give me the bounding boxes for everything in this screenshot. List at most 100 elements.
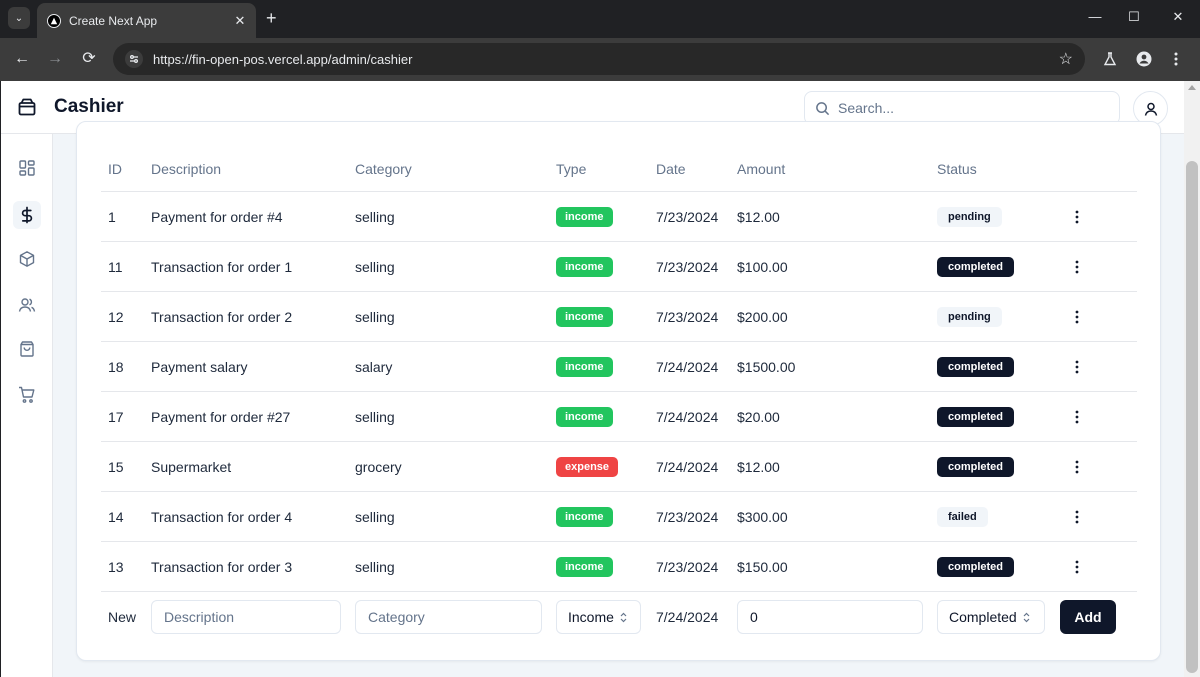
shopping-bag-icon <box>20 341 34 357</box>
type-badge: income <box>556 306 613 327</box>
row-amount: $20.00 <box>737 408 780 425</box>
table-row: 14 Transaction for order 4 selling income 7/… <box>101 492 1137 542</box>
new-transaction-row: New Income 7/24/2024 <box>101 592 1137 642</box>
row-date: 7/23/2024 <box>656 208 719 225</box>
row-description: Transaction for order 4 <box>151 508 293 525</box>
new-status-value: Completed <box>949 609 1017 625</box>
chevron-up-down-icon <box>1022 612 1031 623</box>
sidebar-item-orders[interactable] <box>13 335 41 363</box>
row-amount: $1500.00 <box>737 358 796 375</box>
address-bar[interactable]: https://fin-open-pos.vercel.app/admin/ca… <box>113 43 1085 75</box>
reload-icon[interactable]: ⟳ <box>79 49 99 69</box>
table-row: 12 Transaction for order 2 selling income 7/… <box>101 292 1137 342</box>
row-actions-menu-icon[interactable] <box>1069 409 1085 425</box>
row-actions-menu-icon[interactable] <box>1069 209 1085 225</box>
row-category: selling <box>355 208 395 225</box>
row-id: 1 <box>108 208 116 225</box>
row-description: Payment salary <box>151 358 248 375</box>
new-category-input[interactable] <box>355 600 542 634</box>
close-tab-icon[interactable]: ✕ <box>232 13 248 29</box>
row-id: 12 <box>108 308 124 325</box>
header-status: Status <box>937 160 977 177</box>
row-actions-menu-icon[interactable] <box>1069 459 1085 475</box>
scroll-up-arrow-icon[interactable] <box>1188 85 1196 90</box>
row-description: Transaction for order 3 <box>151 558 293 575</box>
row-amount: $200.00 <box>737 308 788 325</box>
bookmark-star-icon[interactable]: ☆ <box>1059 49 1073 69</box>
row-description: Payment for order #4 <box>151 208 283 225</box>
row-id: 14 <box>108 508 124 525</box>
type-badge: expense <box>556 456 619 477</box>
row-date: 7/23/2024 <box>656 508 719 525</box>
browser-menu-icon[interactable] <box>1166 49 1186 69</box>
new-description-input[interactable] <box>151 600 341 634</box>
status-badge: completed <box>937 456 1015 477</box>
page-scrollbar[interactable] <box>1184 81 1200 677</box>
row-actions-menu-icon[interactable] <box>1069 259 1085 275</box>
table-header-row: ID Description Category Type Date Amount… <box>101 146 1137 192</box>
row-id: 17 <box>108 408 124 425</box>
sidebar-item-products[interactable] <box>13 245 41 273</box>
sidebar-item-customers[interactable] <box>13 291 41 319</box>
new-type-select[interactable]: Income <box>556 600 641 634</box>
type-badge: income <box>556 506 613 527</box>
table-row: 1 Payment for order #4 selling income 7/23/2… <box>101 192 1137 242</box>
status-badge: pending <box>937 306 1002 327</box>
row-date: 7/23/2024 <box>656 558 719 575</box>
browser-tab[interactable]: Create Next App ✕ <box>37 3 256 38</box>
row-category: selling <box>355 408 395 425</box>
sidebar <box>1 134 53 677</box>
page-title: Cashier <box>54 96 124 117</box>
labs-flask-icon[interactable] <box>1100 49 1120 69</box>
new-tab-button[interactable]: + <box>266 9 277 27</box>
transactions-table: ID Description Category Type Date Amount… <box>101 146 1137 642</box>
scroll-thumb[interactable] <box>1186 161 1198 673</box>
users-icon <box>18 298 36 312</box>
url-text: https://fin-open-pos.vercel.app/admin/ca… <box>153 51 413 67</box>
table-row: 15 Supermarket grocery expense 7/24/2024 $12.… <box>101 442 1137 492</box>
row-id: 15 <box>108 458 124 475</box>
chevron-down-icon: ⌄ <box>14 12 24 24</box>
new-status-select[interactable]: Completed <box>937 600 1045 634</box>
forward-icon[interactable]: → <box>45 49 65 69</box>
add-transaction-button[interactable]: Add <box>1060 600 1116 634</box>
row-description: Transaction for order 1 <box>151 258 293 275</box>
new-amount-input[interactable] <box>737 600 923 634</box>
status-badge: completed <box>937 356 1015 377</box>
header-date: Date <box>656 160 686 177</box>
search-input[interactable] <box>838 100 1109 116</box>
search-box[interactable] <box>804 91 1120 125</box>
minimize-icon[interactable]: — <box>1085 9 1105 24</box>
site-info-icon[interactable] <box>125 50 143 68</box>
sidebar-item-pos[interactable] <box>13 381 41 409</box>
table-row: 17 Payment for order #27 selling income 7/24… <box>101 392 1137 442</box>
transactions-card: ID Description Category Type Date Amount… <box>76 121 1161 661</box>
row-description: Transaction for order 2 <box>151 308 293 325</box>
browser-toolbar: ← → ⟳ https://fin-open-pos.vercel.app/ad… <box>0 38 1200 81</box>
row-actions-menu-icon[interactable] <box>1069 359 1085 375</box>
user-icon <box>1144 102 1157 116</box>
profile-icon[interactable] <box>1134 49 1154 69</box>
row-amount: $150.00 <box>737 558 788 575</box>
row-actions-menu-icon[interactable] <box>1069 559 1085 575</box>
type-badge: income <box>556 556 613 577</box>
page-viewport: Cashier ID Des <box>1 81 1184 677</box>
search-icon <box>816 101 830 115</box>
tab-list-button[interactable]: ⌄ <box>8 7 30 29</box>
row-category: selling <box>355 258 395 275</box>
window-close-icon[interactable]: ✕ <box>1168 9 1188 25</box>
sidebar-item-dashboard[interactable] <box>13 154 41 182</box>
maximize-icon[interactable]: ☐ <box>1124 9 1144 25</box>
row-actions-menu-icon[interactable] <box>1069 509 1085 525</box>
row-actions-menu-icon[interactable] <box>1069 309 1085 325</box>
row-date: 7/24/2024 <box>656 458 719 475</box>
row-date: 7/23/2024 <box>656 308 719 325</box>
dollar-icon <box>21 206 33 224</box>
sidebar-item-cashier[interactable] <box>13 201 41 229</box>
status-badge: completed <box>937 406 1015 427</box>
back-icon[interactable]: ← <box>12 49 32 69</box>
status-badge: completed <box>937 556 1015 577</box>
header-description: Description <box>151 160 222 177</box>
new-type-value: Income <box>568 609 614 625</box>
row-amount: $12.00 <box>737 208 780 225</box>
